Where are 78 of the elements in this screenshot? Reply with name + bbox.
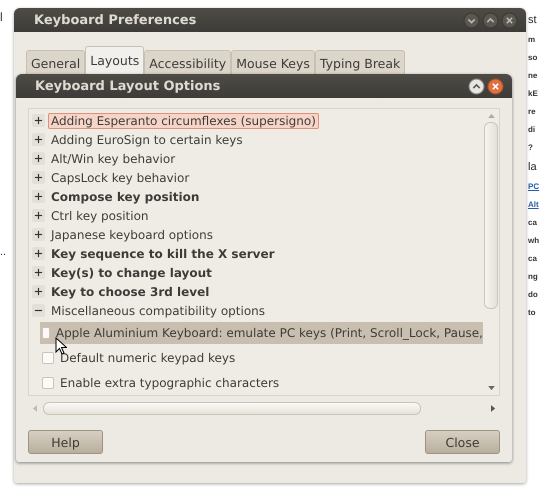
tree-item[interactable]: Ctrl key position	[48, 208, 152, 224]
page-text: so	[528, 53, 538, 63]
option-row[interactable]: Default numeric keypad keys	[40, 347, 483, 369]
checkbox[interactable]	[42, 352, 54, 364]
page-text: l	[0, 10, 4, 24]
plus-icon	[34, 154, 43, 163]
plus-icon	[34, 211, 43, 220]
tab[interactable]: Layouts	[85, 46, 144, 75]
page-text: m	[528, 35, 536, 45]
close-button[interactable]	[501, 12, 518, 28]
page-link[interactable]: Alt	[528, 200, 540, 210]
page-text: ne	[528, 71, 538, 81]
plus-icon	[34, 173, 43, 182]
scrollbar-thumb[interactable]	[484, 122, 498, 309]
window-title: Keyboard Preferences	[34, 12, 196, 28]
scrollbar-thumb[interactable]	[43, 402, 421, 415]
page-text: ca	[528, 218, 538, 228]
expand-button[interactable]	[32, 152, 45, 165]
scroll-down-icon[interactable]	[488, 386, 494, 391]
page-text: kE	[528, 89, 539, 99]
dialog-button[interactable]: Help	[28, 430, 103, 454]
dialog-title: Keyboard Layout Options	[35, 78, 220, 94]
plus-icon	[34, 135, 43, 144]
page-text: ..	[0, 246, 6, 258]
tab[interactable]: General	[26, 50, 86, 75]
page-text: ca	[528, 254, 538, 264]
tree-item[interactable]: CapsLock key behavior	[48, 170, 192, 186]
scroll-right-icon[interactable]	[491, 404, 496, 412]
expand-button[interactable]	[32, 266, 45, 279]
plus-icon	[34, 268, 43, 277]
tree-item[interactable]: Alt/Win key behavior	[48, 150, 178, 166]
tree-item[interactable]: Miscellaneous compatibility options	[48, 302, 268, 318]
page-text: di	[528, 125, 536, 135]
checkbox[interactable]	[42, 327, 50, 339]
page-heading: st	[528, 14, 538, 27]
tree-item[interactable]: Key to choose 3rd level	[48, 284, 212, 300]
option-row[interactable]: Apple Aluminium Keyboard: emulate PC keys (Print, Scroll_Lock, Pause,	[40, 322, 483, 344]
checkbox[interactable]	[42, 377, 54, 389]
option-label: Enable extra typographic characters	[60, 376, 280, 390]
page-text: ng	[528, 272, 539, 282]
tab[interactable]: Accessibility	[144, 50, 232, 75]
plus-icon	[34, 287, 43, 296]
tree-item[interactable]: Japanese keyboard options	[48, 226, 216, 242]
option-label: Default numeric keypad keys	[60, 351, 236, 365]
maximize-button[interactable]	[468, 78, 485, 94]
page-heading: la	[528, 161, 538, 174]
page-text: wh	[528, 236, 540, 246]
expand-button[interactable]	[32, 171, 45, 184]
dialog-button[interactable]: Close	[425, 430, 500, 454]
plus-icon	[34, 116, 43, 125]
tab[interactable]: Mouse Keys	[231, 50, 315, 75]
option-label: Apple Aluminium Keyboard: emulate PC keys (Print, Scroll_Lock, Pause,	[56, 326, 483, 340]
tree-item[interactable]: Adding Esperanto circumflexes (supersigno)	[48, 112, 319, 128]
close-button[interactable]	[487, 78, 504, 94]
page-link[interactable]: PC	[528, 182, 540, 192]
option-row[interactable]: Enable extra typographic characters	[40, 372, 483, 394]
tree-item[interactable]: Key(s) to change layout	[48, 264, 215, 280]
minimize-button[interactable]	[463, 12, 480, 28]
plus-icon	[34, 230, 43, 239]
expand-button[interactable]	[32, 190, 45, 203]
tree-item[interactable]: Compose key position	[48, 188, 202, 204]
maximize-button[interactable]	[482, 12, 499, 28]
tree-item[interactable]: Adding EuroSign to certain keys	[48, 132, 246, 148]
expand-button[interactable]	[32, 209, 45, 222]
page-text: ?	[528, 143, 534, 153]
plus-icon	[34, 249, 43, 258]
page-text: to	[528, 308, 537, 318]
expand-button[interactable]	[32, 247, 45, 260]
plus-icon	[34, 192, 43, 201]
expand-button[interactable]	[32, 133, 45, 146]
expand-button[interactable]	[32, 285, 45, 298]
page-text: do	[528, 290, 539, 300]
collapse-button[interactable]	[32, 304, 45, 317]
tab[interactable]: Typing Break	[314, 50, 406, 75]
expand-button[interactable]	[32, 228, 45, 241]
tree-item[interactable]: Key sequence to kill the X server	[48, 246, 278, 262]
expand-button[interactable]	[32, 114, 45, 127]
page-text: re	[528, 107, 537, 117]
